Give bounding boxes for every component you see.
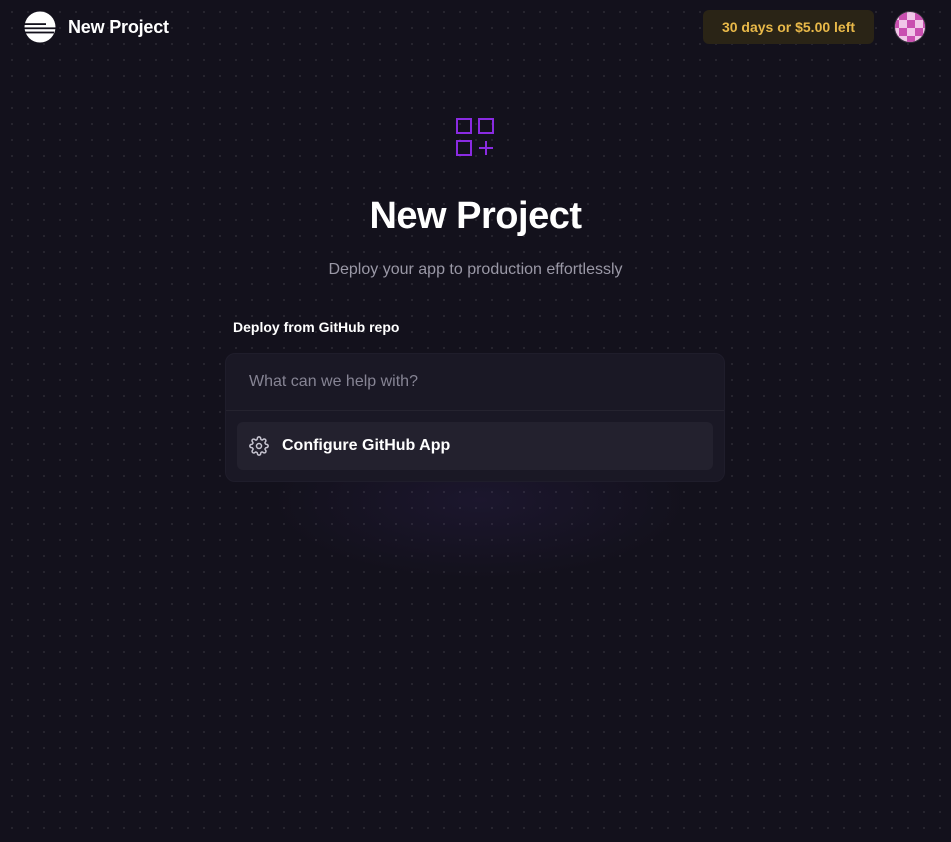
- railway-logo-icon[interactable]: [24, 11, 56, 43]
- deploy-options-card: Configure GitHub App: [225, 353, 725, 482]
- page-title: New Project: [369, 195, 582, 237]
- grid-plus-icon: [455, 117, 495, 157]
- divider: [226, 410, 724, 411]
- topbar-title: New Project: [68, 17, 169, 37]
- trial-badge[interactable]: 30 days or $5.00 left: [703, 10, 874, 44]
- configure-github-app-button[interactable]: Configure GitHub App: [237, 422, 713, 470]
- section-label: Deploy from GitHub repo: [233, 319, 400, 335]
- option-label: Configure GitHub App: [282, 437, 451, 454]
- user-avatar[interactable]: [894, 11, 926, 43]
- top-bar: New Project 30 days or $5.00 left: [0, 0, 951, 56]
- search-input[interactable]: [226, 354, 724, 410]
- page-subtitle: Deploy your app to production effortless…: [328, 261, 623, 278]
- gear-icon: [249, 436, 269, 456]
